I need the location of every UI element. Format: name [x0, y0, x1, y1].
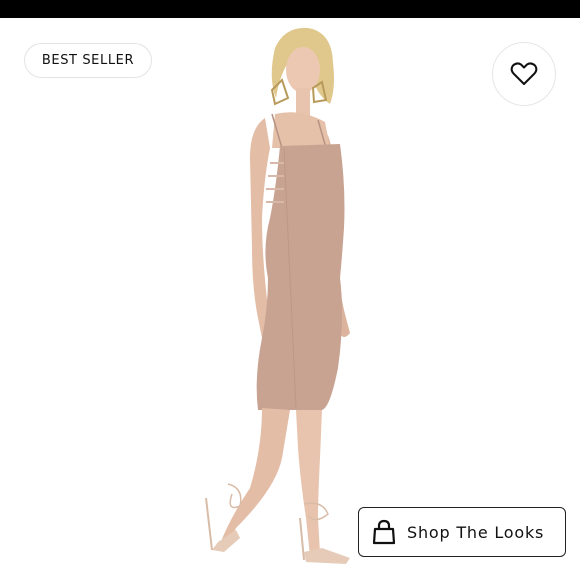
- product-photo[interactable]: [0, 18, 580, 580]
- heart-icon: [510, 62, 538, 85]
- favorite-button[interactable]: [492, 42, 556, 106]
- best-seller-label: BEST SELLER: [41, 53, 135, 68]
- model-leg-back: [220, 408, 290, 548]
- dress: [256, 144, 345, 410]
- shop-the-looks-label: Shop The Looks: [407, 522, 545, 542]
- product-image-area: [0, 18, 580, 580]
- shop-the-looks-button[interactable]: Shop The Looks: [358, 507, 566, 557]
- shopping-bag-icon: [372, 519, 396, 545]
- top-bar: [0, 0, 580, 18]
- model-leg-front: [296, 410, 322, 556]
- best-seller-badge: BEST SELLER: [24, 43, 152, 78]
